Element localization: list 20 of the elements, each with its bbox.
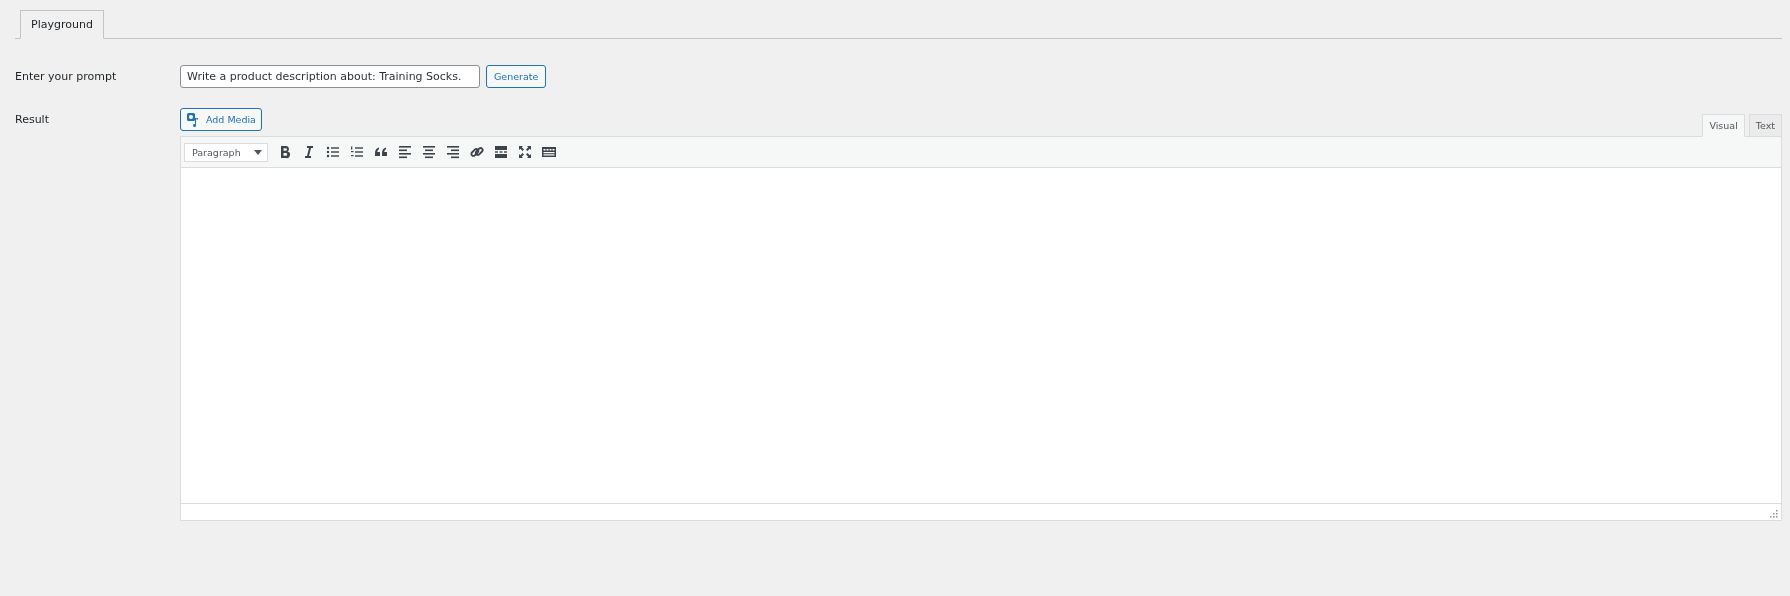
editor-tab[interactable]: Visual bbox=[1702, 114, 1745, 137]
caret-icon bbox=[254, 149, 262, 155]
generate-button[interactable]: Generate bbox=[486, 65, 547, 88]
prompt-field[interactable]: Write a product description about: Training Socks. bbox=[180, 65, 480, 88]
tab[interactable]: Playground bbox=[20, 10, 104, 39]
fullscreen-icon bbox=[517, 144, 533, 160]
align-left-icon bbox=[397, 144, 413, 160]
align-center-icon bbox=[421, 144, 437, 160]
editor-tab[interactable]: Text bbox=[1748, 114, 1782, 137]
bulleted-list-icon bbox=[325, 144, 341, 160]
keyboard-icon bbox=[541, 144, 557, 160]
field-label: Result bbox=[15, 112, 50, 128]
link-icon bbox=[469, 144, 485, 160]
align-right-icon bbox=[445, 144, 461, 160]
resize-handle-icon[interactable] bbox=[1770, 510, 1778, 518]
field-label: Enter your prompt bbox=[15, 69, 118, 85]
format-select[interactable]: Paragraph bbox=[184, 142, 268, 162]
numbered-list-icon bbox=[349, 144, 365, 160]
add-media-button[interactable]: Add Media bbox=[180, 108, 262, 131]
read-more-icon bbox=[493, 144, 509, 160]
